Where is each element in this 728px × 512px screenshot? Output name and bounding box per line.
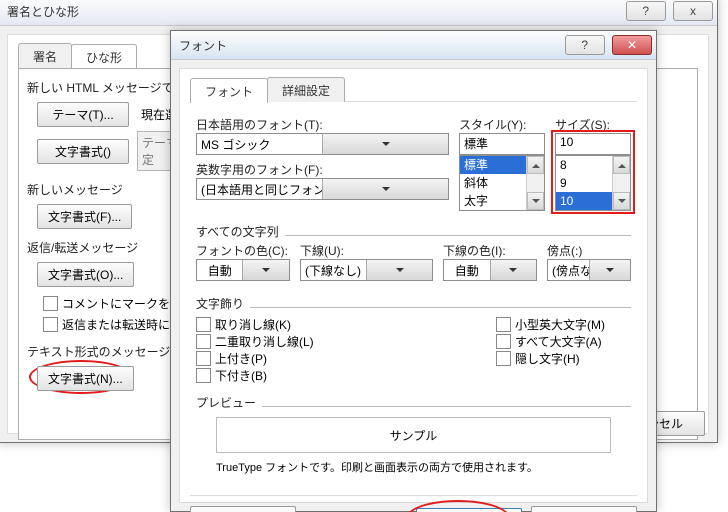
tab-advanced[interactable]: 詳細設定 (267, 77, 345, 102)
emphasis-mark-combo[interactable]: (傍点なし) (547, 259, 631, 281)
section-all-chars: すべての文字列 (196, 223, 279, 240)
jp-font-label: 日本語用のフォント(T): (196, 116, 449, 133)
font-color-value: 自動 (197, 260, 242, 280)
checkbox-subscript[interactable]: 下付き(B) (196, 367, 496, 384)
cancel-button[interactable]: キャンセル (531, 506, 637, 512)
en-font-label: 英数字用のフォント(F): (196, 161, 449, 178)
chevron-down-icon[interactable] (242, 260, 288, 280)
size-option[interactable]: 8 (556, 156, 612, 174)
checkbox-hidden[interactable]: 隠し文字(H) (496, 350, 605, 367)
emphasis-mark-value: (傍点なし) (548, 260, 589, 280)
underline-label: 下線(U): (300, 242, 433, 259)
style-option[interactable]: 太字 (460, 192, 526, 210)
dialog-title: 署名とひな形 (7, 3, 79, 20)
en-font-combo[interactable]: (日本語用と同じフォント) (196, 178, 449, 200)
section-decoration: 文字飾り (196, 295, 244, 312)
tab-template[interactable]: ひな形 (71, 44, 137, 69)
truetype-note: TrueType フォントです。印刷と画面表示の両方で使用されます。 (216, 459, 611, 475)
theme-button[interactable]: テーマ(T)... (37, 102, 129, 127)
section-preview: プレビュー (196, 394, 256, 411)
underline-value: (下線なし) (301, 260, 366, 280)
chevron-down-icon[interactable] (322, 134, 448, 154)
preview-box: サンプル (216, 417, 611, 453)
tab-font[interactable]: フォント (190, 78, 268, 103)
style-input[interactable]: 標準 (459, 133, 545, 155)
size-label: サイズ(S): (555, 116, 631, 133)
underline-color-label: 下線の色(I): (443, 242, 537, 259)
font-tabs: フォント 詳細設定 (190, 77, 637, 102)
size-list[interactable]: 8 9 10 (555, 155, 631, 211)
en-font-value: (日本語用と同じフォント) (197, 179, 322, 199)
size-input[interactable]: 10 (555, 133, 631, 155)
help-icon[interactable]: ? (626, 1, 666, 21)
size-option[interactable]: 10 (556, 192, 612, 210)
style-option[interactable]: 斜体 (460, 174, 526, 192)
font-color-label: フォントの色(C): (196, 242, 290, 259)
close-icon[interactable]: ✕ (612, 35, 652, 55)
size-option[interactable]: 9 (556, 174, 612, 192)
underline-color-combo[interactable]: 自動 (443, 259, 537, 281)
style-list[interactable]: 標準 斜体 太字 (459, 155, 545, 211)
font-button-2[interactable]: 文字書式(F)... (37, 204, 132, 229)
checkbox-superscript[interactable]: 上付き(P) (196, 350, 496, 367)
font-dialog: フォント ? ✕ フォント 詳細設定 日本語用のフォント(T): MS ゴシック (170, 30, 657, 512)
underline-combo[interactable]: (下線なし) (300, 259, 433, 281)
chevron-down-icon[interactable] (366, 260, 432, 280)
emphasis-mark-label: 傍点(:) (547, 242, 631, 259)
preview-sample: サンプル (390, 427, 438, 444)
help-icon[interactable]: ? (565, 35, 605, 55)
checkbox-double-strike[interactable]: 二重取り消し線(L) (196, 333, 496, 350)
font-dialog-title: フォント (179, 37, 227, 54)
ok-button[interactable]: OK (416, 508, 522, 512)
style-option[interactable]: 標準 (460, 156, 526, 174)
font-button-1[interactable]: 文字書式() (37, 139, 129, 164)
tab-signature[interactable]: 署名 (18, 43, 72, 68)
font-button-3[interactable]: 文字書式(O)... (37, 262, 134, 287)
font-color-combo[interactable]: 自動 (196, 259, 290, 281)
scrollbar[interactable] (526, 156, 544, 210)
close-icon[interactable]: x (673, 1, 713, 21)
font-button-4[interactable]: 文字書式(N)... (37, 366, 134, 391)
chevron-down-icon[interactable] (589, 260, 631, 280)
checkbox-allcaps[interactable]: すべて大文字(A) (496, 333, 605, 350)
jp-font-combo[interactable]: MS ゴシック (196, 133, 449, 155)
underline-color-value: 自動 (444, 260, 489, 280)
style-label: スタイル(Y): (459, 116, 545, 133)
checkbox-strike[interactable]: 取り消し線(K) (196, 316, 496, 333)
chevron-down-icon[interactable] (322, 179, 448, 199)
checkbox-smallcaps[interactable]: 小型英大文字(M) (496, 316, 605, 333)
chevron-down-icon[interactable] (490, 260, 536, 280)
jp-font-value: MS ゴシック (197, 134, 322, 154)
scrollbar[interactable] (612, 156, 630, 210)
defaults-button[interactable]: 既定に設定(D) (190, 506, 296, 512)
